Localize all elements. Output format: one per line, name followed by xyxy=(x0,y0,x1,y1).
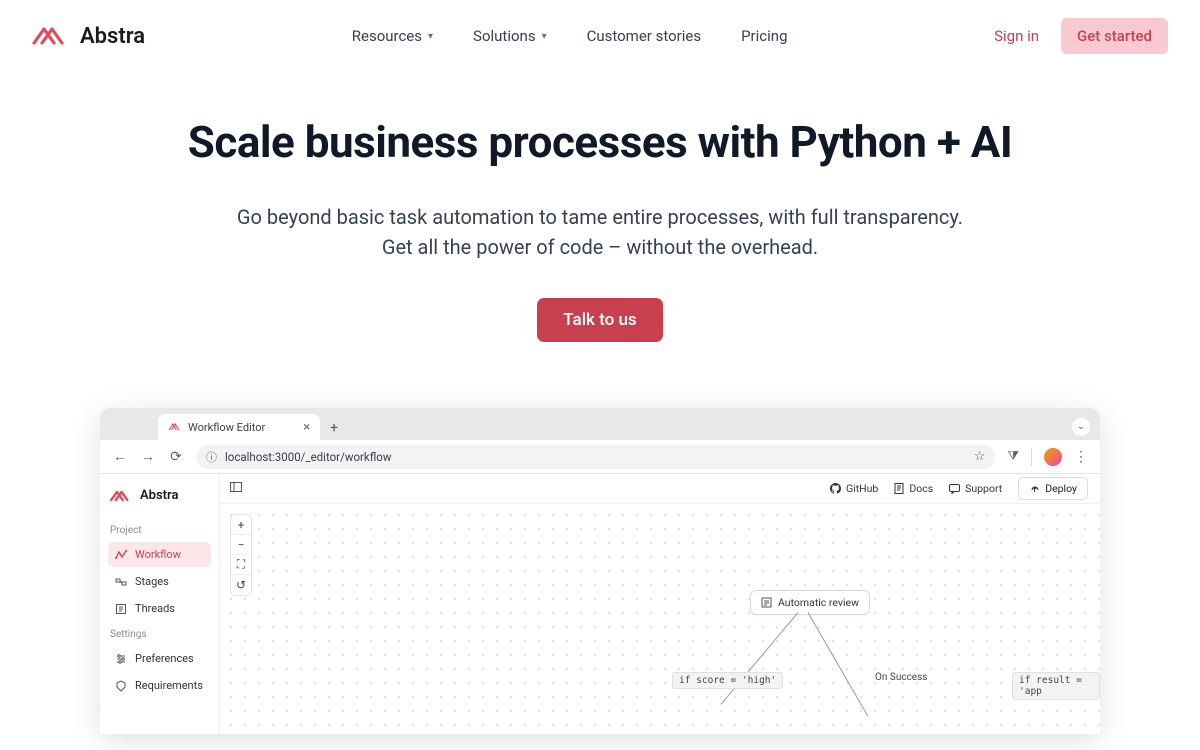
tab-favicon-icon xyxy=(168,421,180,433)
app: Abstra Project Workflow Stages Threads S… xyxy=(100,474,1100,734)
hero-subtitle: Go beyond basic task automation to tame … xyxy=(230,202,970,262)
workflow-edge xyxy=(808,612,869,716)
nav-pricing[interactable]: Pricing xyxy=(741,27,787,45)
requirements-icon xyxy=(115,680,127,692)
zoom-controls: + − ⛶ ↺ xyxy=(230,514,252,596)
new-tab-button[interactable]: + xyxy=(330,420,338,436)
zoom-reset-button[interactable]: ↺ xyxy=(231,575,251,595)
panel-toggle-icon[interactable] xyxy=(230,482,242,495)
reload-button[interactable]: ⟳ xyxy=(168,449,184,465)
support-link[interactable]: Support xyxy=(949,482,1002,495)
zoom-out-button[interactable]: − xyxy=(231,535,251,555)
deploy-icon xyxy=(1029,484,1040,494)
browser-tab[interactable]: Workflow Editor × xyxy=(158,414,320,440)
cta-button[interactable]: Talk to us xyxy=(537,298,662,342)
back-button[interactable]: ← xyxy=(112,448,128,465)
zoom-fit-button[interactable]: ⛶ xyxy=(231,555,251,575)
sidebar-item-threads[interactable]: Threads xyxy=(108,596,211,621)
edge-condition-label: if result = 'app xyxy=(1012,672,1100,700)
browser-tabstrip: Workflow Editor × + ⌄ xyxy=(100,408,1100,440)
deploy-button[interactable]: Deploy xyxy=(1018,477,1088,500)
node-icon xyxy=(761,597,772,608)
app-brand[interactable]: Abstra xyxy=(108,484,211,517)
sidebar-item-preferences[interactable]: Preferences xyxy=(108,646,211,671)
brand-logo-icon xyxy=(32,25,70,47)
browser-tab-title: Workflow Editor xyxy=(188,421,265,434)
tabs-overflow-button[interactable]: ⌄ xyxy=(1072,418,1090,436)
nav-solutions[interactable]: Solutions ▾ xyxy=(473,27,547,45)
github-link[interactable]: GitHub xyxy=(830,482,878,495)
nav-links: Resources ▾ Solutions ▾ Customer stories… xyxy=(352,27,788,45)
preferences-icon xyxy=(115,653,127,665)
forward-button[interactable]: → xyxy=(140,448,156,465)
browser-mock: Workflow Editor × + ⌄ ← → ⟳ ⓘ localhost:… xyxy=(100,408,1100,734)
workflow-edge xyxy=(720,612,798,705)
nav-customer-stories[interactable]: Customer stories xyxy=(587,27,702,45)
chevron-down-icon: ▾ xyxy=(428,31,433,42)
edge-condition-label: if score = 'high' xyxy=(672,672,783,689)
sidebar-item-requirements[interactable]: Requirements xyxy=(108,673,211,698)
app-logo-icon xyxy=(110,489,132,503)
getstarted-button[interactable]: Get started xyxy=(1061,18,1168,54)
app-topbar: GitHub Docs Support Deploy xyxy=(220,474,1100,504)
chevron-down-icon: ▾ xyxy=(542,31,547,42)
brand-name: Abstra xyxy=(80,24,145,49)
github-icon xyxy=(830,483,841,494)
signin-link[interactable]: Sign in xyxy=(994,27,1039,45)
sidebar-section-project: Project xyxy=(108,521,211,540)
app-sidebar: Abstra Project Workflow Stages Threads S… xyxy=(100,474,220,734)
stages-icon xyxy=(115,576,127,588)
workflow-canvas[interactable]: + − ⛶ ↺ Automatic review if score = 'hig… xyxy=(220,504,1100,734)
workflow-node-automatic-review[interactable]: Automatic review xyxy=(750,590,870,615)
threads-icon xyxy=(115,603,127,615)
browser-toolbar: ← → ⟳ ⓘ localhost:3000/_editor/workflow … xyxy=(100,440,1100,474)
docs-link[interactable]: Docs xyxy=(894,482,933,495)
extensions-icon[interactable]: ⧩ xyxy=(1007,449,1019,464)
workflow-icon xyxy=(115,549,127,561)
docs-icon xyxy=(894,483,904,494)
sidebar-item-workflow[interactable]: Workflow xyxy=(108,542,211,567)
app-brand-name: Abstra xyxy=(140,488,178,503)
bookmark-icon[interactable]: ☆ xyxy=(974,449,986,464)
url-text: localhost:3000/_editor/workflow xyxy=(225,450,391,464)
hero-title: Scale business processes with Python + A… xyxy=(40,116,1160,168)
app-main: GitHub Docs Support Deploy + − xyxy=(220,474,1100,734)
site-header: Abstra Resources ▾ Solutions ▾ Customer … xyxy=(0,0,1200,72)
edge-label: On Success xyxy=(875,672,927,683)
support-icon xyxy=(949,484,960,494)
address-bar[interactable]: ⓘ localhost:3000/_editor/workflow ☆ xyxy=(196,445,995,469)
zoom-in-button[interactable]: + xyxy=(231,515,251,535)
nav-actions: Sign in Get started xyxy=(994,18,1168,54)
nav-resources[interactable]: Resources ▾ xyxy=(352,27,433,45)
hero: Scale business processes with Python + A… xyxy=(0,72,1200,352)
profile-avatar[interactable] xyxy=(1044,448,1062,466)
brand[interactable]: Abstra xyxy=(32,24,145,49)
sidebar-section-settings: Settings xyxy=(108,625,211,644)
site-info-icon[interactable]: ⓘ xyxy=(206,449,217,465)
close-icon[interactable]: × xyxy=(303,420,310,435)
browser-menu-icon[interactable]: ⋮ xyxy=(1074,449,1088,465)
sidebar-item-stages[interactable]: Stages xyxy=(108,569,211,594)
